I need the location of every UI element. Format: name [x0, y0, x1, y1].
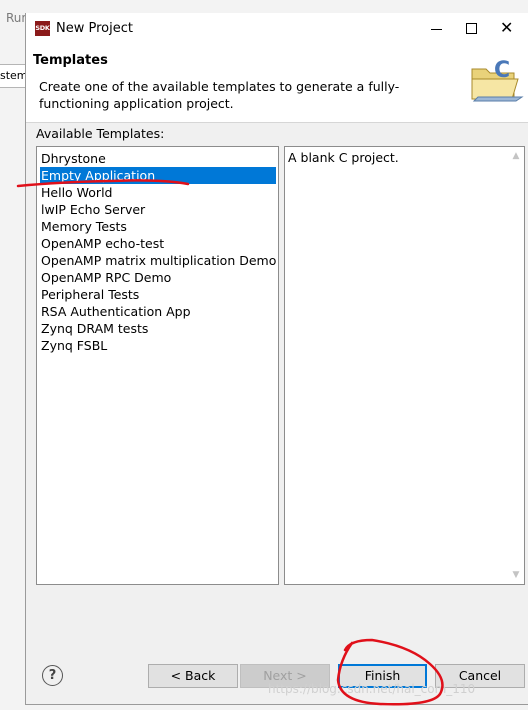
- list-item[interactable]: Memory Tests: [40, 218, 127, 235]
- back-button[interactable]: < Back: [148, 664, 238, 688]
- template-description-panel[interactable]: A blank C project. ▲ ▼: [284, 146, 525, 585]
- new-project-dialog: SDK New Project ✕ Templates Create one o…: [25, 13, 528, 705]
- list-item[interactable]: OpenAMP matrix multiplication Demo: [40, 252, 276, 269]
- watermark-text: https://blog.csdn.net/hal_com_110: [268, 682, 476, 696]
- scroll-down-arrow-icon[interactable]: ▼: [510, 569, 522, 581]
- sdk-app-icon: SDK: [35, 21, 50, 36]
- page-description: Create one of the available templates to…: [39, 79, 400, 111]
- list-item[interactable]: Zynq FSBL: [40, 337, 107, 354]
- background-side-field: stem: [0, 64, 27, 88]
- minimize-icon: [431, 29, 442, 30]
- list-item-selected[interactable]: Empty Application: [40, 167, 276, 184]
- list-item[interactable]: OpenAMP echo-test: [40, 235, 164, 252]
- help-icon[interactable]: ?: [42, 665, 63, 686]
- close-icon: ✕: [500, 18, 514, 37]
- page-title: Templates: [33, 53, 108, 68]
- title-bar[interactable]: SDK New Project ✕: [26, 13, 528, 45]
- list-item[interactable]: Hello World: [40, 184, 112, 201]
- maximize-icon: [466, 23, 477, 34]
- available-templates-label: Available Templates:: [36, 126, 165, 141]
- maximize-button[interactable]: [454, 13, 488, 45]
- templates-list[interactable]: Dhrystone Empty Application Hello World …: [36, 146, 279, 585]
- svg-text:C: C: [494, 58, 510, 83]
- scroll-up-arrow-icon[interactable]: ▲: [510, 150, 522, 162]
- template-description-text: A blank C project.: [288, 150, 399, 165]
- window-title: New Project: [56, 21, 133, 36]
- list-item[interactable]: Zynq DRAM tests: [40, 320, 148, 337]
- list-item[interactable]: Peripheral Tests: [40, 286, 139, 303]
- c-project-folder-icon: C: [471, 58, 524, 102]
- close-button[interactable]: ✕: [489, 13, 523, 45]
- list-item[interactable]: RSA Authentication App: [40, 303, 191, 320]
- list-item[interactable]: Dhrystone: [40, 150, 106, 167]
- minimize-button[interactable]: [419, 13, 453, 45]
- list-item[interactable]: OpenAMP RPC Demo: [40, 269, 171, 286]
- list-item[interactable]: lwIP Echo Server: [40, 201, 145, 218]
- wizard-header: Templates Create one of the available te…: [26, 45, 528, 123]
